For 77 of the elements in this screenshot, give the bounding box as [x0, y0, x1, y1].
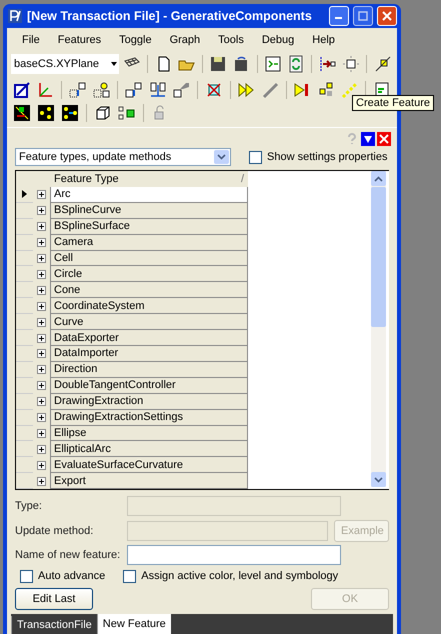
- feature-type-cell[interactable]: BSplineSurface: [50, 218, 248, 235]
- feature-type-cell[interactable]: BSplineCurve: [50, 202, 248, 219]
- menu-item[interactable]: Tools: [209, 34, 253, 46]
- minimize-button[interactable]: [329, 6, 349, 26]
- feature-type-cell[interactable]: DrawingExtractionSettings: [50, 410, 248, 426]
- dropdown-arrow-icon: [109, 61, 120, 67]
- expand-icon[interactable]: [37, 428, 46, 438]
- close-icon: [379, 134, 389, 144]
- expand-icon[interactable]: [37, 238, 46, 248]
- feature-type-cell[interactable]: Cone: [50, 282, 248, 298]
- feature-type-cell[interactable]: EllipticalArc: [50, 441, 248, 458]
- chevron-down-icon[interactable]: [374, 476, 383, 482]
- graph-icon[interactable]: [11, 102, 33, 124]
- expand-icon[interactable]: [37, 444, 46, 454]
- feature-type-cell[interactable]: DrawingExtraction: [50, 394, 248, 410]
- edit-last-button[interactable]: Edit Last: [15, 588, 93, 610]
- feature-type-cell[interactable]: DataExporter: [50, 330, 248, 346]
- checkbox[interactable]: Show settings properties: [249, 150, 388, 164]
- menu-item[interactable]: Toggle: [110, 34, 161, 46]
- nodes-icon[interactable]: [35, 102, 57, 124]
- expand-icon[interactable]: [37, 381, 46, 390]
- scrollbar[interactable]: [371, 171, 386, 487]
- expand-icon[interactable]: [37, 460, 46, 470]
- expand-icon[interactable]: [37, 190, 46, 200]
- close-icon: [382, 11, 392, 21]
- menu-item[interactable]: File: [13, 34, 49, 46]
- feature-type-cell[interactable]: DoubleTangentController: [50, 378, 248, 394]
- chevron-down-icon: [217, 154, 226, 160]
- type-label: Type:: [15, 500, 43, 512]
- expand-icon[interactable]: [37, 254, 46, 263]
- feature-type-cell[interactable]: Cell: [50, 250, 248, 266]
- close-button[interactable]: [377, 6, 397, 26]
- tab[interactable]: New Feature: [96, 614, 171, 634]
- dropdown-button[interactable]: [361, 132, 375, 146]
- update-method-label: Update method:: [15, 525, 94, 537]
- expand-icon[interactable]: [37, 397, 46, 406]
- menu-item[interactable]: Features: [48, 34, 110, 46]
- expand-icon[interactable]: [37, 476, 46, 486]
- expand-icon[interactable]: [37, 222, 46, 232]
- feature-type-cell[interactable]: Arc: [50, 186, 248, 203]
- plane-select[interactable]: baseCS.XYPlane: [11, 54, 120, 74]
- help-icon: [346, 133, 358, 145]
- close-button[interactable]: [377, 132, 391, 146]
- expand-icon[interactable]: [37, 302, 46, 311]
- expand-icon[interactable]: [37, 349, 46, 358]
- feature-type-cell[interactable]: Export: [50, 473, 248, 490]
- name-field[interactable]: [127, 545, 341, 565]
- name-label: Name of new feature:: [15, 549, 121, 561]
- menu-item[interactable]: Debug: [252, 34, 304, 46]
- point-icon[interactable]: [340, 53, 362, 75]
- menu-item[interactable]: Help: [303, 34, 344, 46]
- chevron-up-icon[interactable]: [374, 176, 383, 182]
- feature-type-cell[interactable]: CoordinateSystem: [50, 298, 248, 314]
- expand-icon[interactable]: [37, 334, 46, 343]
- expand-icon[interactable]: [37, 365, 46, 374]
- feature-type-cell[interactable]: Circle: [50, 266, 248, 282]
- expand-icon[interactable]: [37, 286, 46, 295]
- checkbox[interactable]: Auto advance: [20, 570, 106, 582]
- checkbox[interactable]: Assign active color, level and symbology: [123, 570, 338, 582]
- app-icon: [7, 8, 23, 24]
- expand-icon[interactable]: [37, 318, 46, 327]
- feature-type-cell[interactable]: DataImporter: [50, 346, 248, 362]
- triangle-down-icon: [363, 134, 373, 144]
- feature-type-cell[interactable]: Camera: [50, 234, 248, 251]
- tooltip: Create Feature: [352, 95, 434, 111]
- expand-icon[interactable]: [37, 206, 46, 216]
- maximize-button[interactable]: [353, 6, 373, 26]
- feature-type-cell[interactable]: Direction: [50, 362, 248, 378]
- expand-icon[interactable]: [37, 413, 46, 422]
- view-select[interactable]: Feature types, update methods: [15, 148, 231, 166]
- window-title: [New Transaction File] - GenerativeComponents: [27, 9, 313, 23]
- maximize-icon: [358, 11, 368, 21]
- feature-type-cell[interactable]: EvaluateSurfaceCurvature: [50, 457, 248, 474]
- expand-icon[interactable]: [37, 270, 46, 279]
- feature-type-cell[interactable]: Curve: [50, 314, 248, 330]
- feature-type-cell[interactable]: Ellipse: [50, 426, 248, 442]
- menu-item[interactable]: Graph: [160, 34, 210, 46]
